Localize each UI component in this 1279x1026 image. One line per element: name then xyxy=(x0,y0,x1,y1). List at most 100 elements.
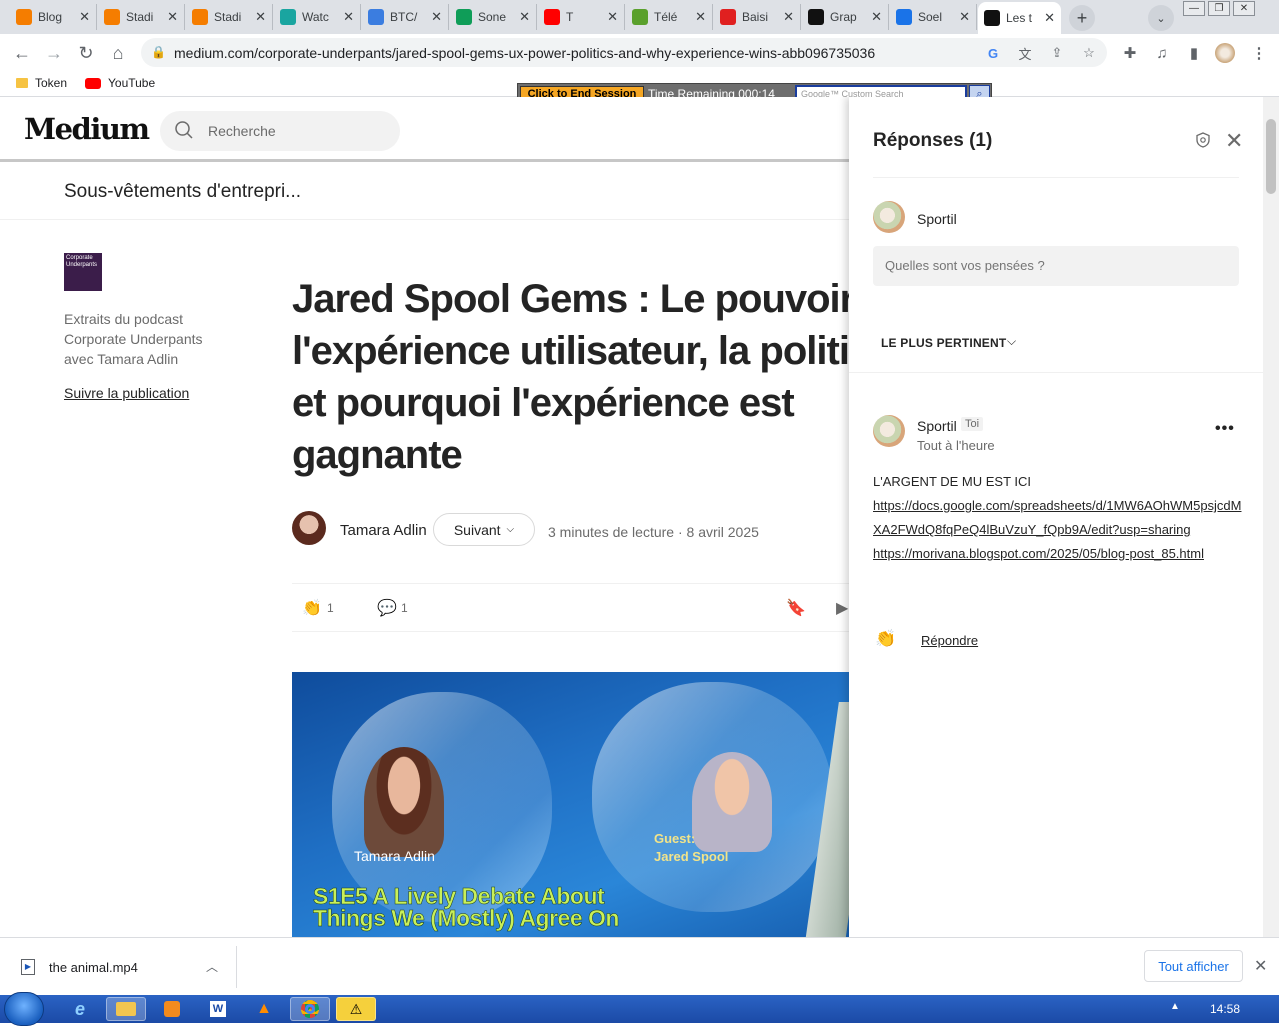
close-tab-icon[interactable]: ✕ xyxy=(695,9,706,25)
close-tab-icon[interactable]: ✕ xyxy=(519,9,530,25)
plus-icon: + xyxy=(1076,7,1088,28)
browser-tab[interactable]: Télé ✕ xyxy=(626,4,713,30)
comment-time: Tout à l'heure xyxy=(917,438,995,453)
vlc-icon[interactable]: ▲ xyxy=(244,997,284,1021)
close-tab-icon[interactable]: ✕ xyxy=(255,9,266,25)
browser-tab[interactable]: Stadi ✕ xyxy=(186,4,273,30)
back-button[interactable]: ← xyxy=(10,41,34,65)
media-control-icon[interactable]: ♫ xyxy=(1151,42,1173,64)
minimize-button[interactable]: — xyxy=(1183,1,1205,16)
warning-icon[interactable]: ⚠ xyxy=(336,997,376,1021)
profile-avatar[interactable] xyxy=(1214,42,1236,64)
media-player-icon[interactable] xyxy=(152,997,192,1021)
browser-tab[interactable]: Soel ✕ xyxy=(890,4,977,30)
author-avatar[interactable] xyxy=(292,511,326,545)
chrome-icon[interactable] xyxy=(290,997,330,1021)
close-icon[interactable]: ✕ xyxy=(1225,128,1243,154)
show-all-downloads-button[interactable]: Tout afficher xyxy=(1144,950,1243,982)
reply-link[interactable]: Répondre xyxy=(921,633,978,648)
shield-icon[interactable] xyxy=(1194,131,1212,149)
publication-name[interactable]: Sous-vêtements d'entrepri... xyxy=(64,181,301,203)
browser-tab[interactable]: T ✕ xyxy=(538,4,625,30)
bookmark-label: YouTube xyxy=(108,76,156,90)
avatar xyxy=(873,201,905,233)
address-bar[interactable]: 🔒 medium.com/corporate-underpants/jared-… xyxy=(141,38,1107,67)
clap-icon[interactable]: 👏 xyxy=(302,598,322,618)
medium-icon xyxy=(984,10,1000,26)
close-tab-icon[interactable]: ✕ xyxy=(959,9,970,25)
browser-tab[interactable]: Les t ✕ xyxy=(978,2,1061,34)
play-icon[interactable]: ▶ xyxy=(836,598,848,618)
home-button[interactable]: ⌂ xyxy=(106,41,130,65)
menu-icon[interactable]: ⋮ xyxy=(1248,42,1270,64)
responses-panel: Réponses (1) ✕ Sportil Quelles sont vos … xyxy=(849,97,1263,937)
forward-button[interactable]: → xyxy=(42,41,66,65)
search-input[interactable]: Recherche xyxy=(160,111,400,151)
start-button[interactable] xyxy=(4,992,44,1026)
star-icon[interactable]: ☆ xyxy=(1080,44,1098,62)
close-tab-icon[interactable]: ✕ xyxy=(343,9,354,25)
close-tab-icon[interactable]: ✕ xyxy=(783,9,794,25)
guest-name: Jared Spool xyxy=(654,849,729,864)
system-clock[interactable]: 14:58 xyxy=(1210,1002,1240,1016)
browser-tab[interactable]: BTC/ ✕ xyxy=(362,4,449,30)
tab-search-button[interactable]: ⌄ xyxy=(1148,5,1174,31)
bookmark-item[interactable]: YouTube xyxy=(85,76,155,90)
close-tab-icon[interactable]: ✕ xyxy=(607,9,618,25)
close-tab-icon[interactable]: ✕ xyxy=(871,9,882,25)
browser-tab[interactable]: Grap ✕ xyxy=(802,4,889,30)
close-tab-icon[interactable]: ✕ xyxy=(79,9,90,25)
download-item[interactable]: the animal.mp4 xyxy=(49,960,138,975)
title-line: et pourquoi l'expérience est xyxy=(292,381,795,425)
user-icon xyxy=(896,9,912,25)
share-icon[interactable]: ⇪ xyxy=(1048,44,1066,62)
comment-link[interactable]: https://docs.google.com/spreadsheets/d/1… xyxy=(873,494,1243,542)
more-options-icon[interactable]: ••• xyxy=(1215,420,1235,438)
close-tab-icon[interactable]: ✕ xyxy=(167,9,178,25)
translate-icon[interactable]: 文 xyxy=(1016,44,1034,62)
chevron-up-icon[interactable]: ︿ xyxy=(206,958,218,975)
url-text[interactable]: medium.com/corporate-underpants/jared-sp… xyxy=(174,45,875,61)
page-scrollbar[interactable] xyxy=(1263,97,1279,937)
sheets-plus-icon xyxy=(456,9,472,25)
comment-icon[interactable]: 💬 xyxy=(377,598,397,618)
browser-tab[interactable]: Stadi ✕ xyxy=(98,4,185,30)
browser-tab[interactable]: Baisi ✕ xyxy=(714,4,801,30)
clap-icon[interactable]: 👏 xyxy=(875,629,896,649)
google-icon[interactable]: G xyxy=(984,44,1002,62)
follow-publication-link[interactable]: Suivre la publication xyxy=(64,385,189,401)
chevron-down-icon[interactable]: ⌵ xyxy=(1007,334,1016,349)
shirt-icon xyxy=(280,9,296,25)
follow-author-button[interactable]: Suivant ⌵ xyxy=(433,513,535,546)
browser-tab[interactable]: Sone ✕ xyxy=(450,4,537,30)
close-icon[interactable]: ✕ xyxy=(1254,956,1267,976)
scroll-thumb[interactable] xyxy=(1266,119,1276,194)
browser-toolbar: ← → ↻ ⌂ 🔒 medium.com/corporate-underpant… xyxy=(0,34,1279,71)
wordpad-icon[interactable]: W xyxy=(198,997,238,1021)
comment-author[interactable]: Sportil xyxy=(917,418,957,434)
explorer-icon[interactable] xyxy=(106,997,146,1021)
restore-button[interactable]: ❐ xyxy=(1208,1,1230,16)
close-window-button[interactable]: ✕ xyxy=(1233,1,1255,16)
side-panel-icon[interactable]: ▮ xyxy=(1183,42,1205,64)
close-tab-icon[interactable]: ✕ xyxy=(431,9,442,25)
response-input[interactable]: Quelles sont vos pensées ? xyxy=(873,246,1239,286)
publication-logo[interactable]: Corporate Underpants xyxy=(64,253,102,291)
bookmark-item[interactable]: Token xyxy=(16,76,67,90)
sort-dropdown[interactable]: LE PLUS PERTINENT xyxy=(881,336,1006,350)
medium-logo[interactable]: Medium xyxy=(24,112,150,146)
bookmark-icon[interactable]: 🔖 xyxy=(786,598,806,618)
divider xyxy=(873,177,1239,178)
new-tab-button[interactable]: + xyxy=(1069,5,1095,31)
browser-tab[interactable]: Blog ✕ xyxy=(10,4,97,30)
browser-tab[interactable]: Watc ✕ xyxy=(274,4,361,30)
host-photo xyxy=(364,747,444,857)
extensions-icon[interactable]: ✚ xyxy=(1119,42,1141,64)
author-name[interactable]: Tamara Adlin xyxy=(340,522,427,539)
avatar[interactable] xyxy=(873,415,905,447)
ie-icon[interactable]: e xyxy=(60,997,100,1021)
comment-link[interactable]: https://morivana.blogspot.com/2025/05/bl… xyxy=(873,542,1243,566)
tray-expand-icon[interactable]: ▲ xyxy=(1170,1001,1180,1012)
reload-button[interactable]: ↻ xyxy=(74,41,98,65)
close-tab-icon[interactable]: ✕ xyxy=(1044,10,1055,26)
